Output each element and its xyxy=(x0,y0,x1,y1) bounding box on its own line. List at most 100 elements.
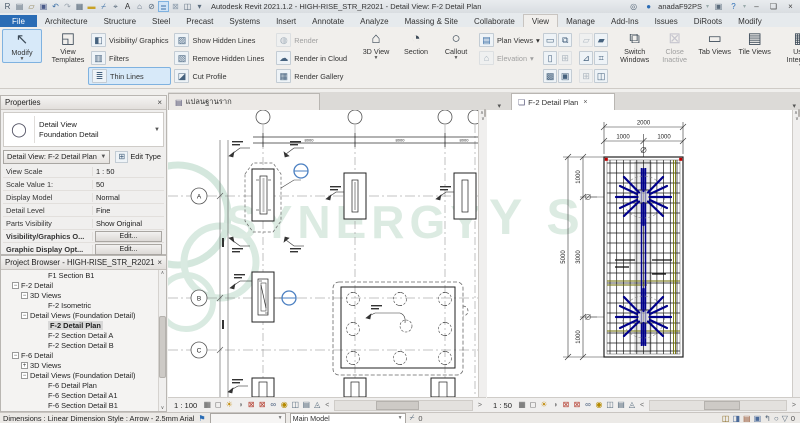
footing-a2[interactable] xyxy=(344,173,366,219)
shadows-icon[interactable]: ◑ xyxy=(235,400,245,410)
footing-b1[interactable] xyxy=(252,272,274,322)
tree-item[interactable]: F-6 Section Detail B1 xyxy=(1,400,166,410)
section-marker-a[interactable] xyxy=(281,164,308,188)
design-option-combo[interactable]: Main Model ▼ xyxy=(290,413,406,423)
tag-icon[interactable]: ⌖ xyxy=(110,1,121,12)
help-dropdown-icon[interactable]: ▾ xyxy=(743,3,746,10)
drag-on-selection-icon[interactable]: ↰ xyxy=(764,414,771,423)
ribbon-tab[interactable]: DiRoots xyxy=(686,15,730,27)
mat-foundation[interactable] xyxy=(333,282,468,375)
tile-views-button[interactable]: ▤ Tile Views xyxy=(735,29,775,56)
chevron-down-icon[interactable]: ▼ xyxy=(154,127,163,133)
temporary-view-properties-icon[interactable]: ▤ xyxy=(301,400,311,410)
view-selector-combo[interactable]: Detail View: F-2 Detail Plan ▼ xyxy=(3,150,110,164)
view-templates-button[interactable]: ◱ View Templates xyxy=(48,29,88,64)
section-icon[interactable]: ⊘ xyxy=(146,1,157,12)
crop-view-icon[interactable]: ⊠ xyxy=(561,400,571,410)
default-3d-view-icon[interactable]: ⌂ xyxy=(134,1,145,12)
crop-view-icon[interactable]: ⊠ xyxy=(246,400,256,410)
property-row[interactable]: Parts Visibility Show Original xyxy=(3,217,164,230)
help-icon[interactable]: ? xyxy=(728,1,739,12)
foundation-plan-drawing[interactable]: SYNERGYS 8000 8000 8000 xyxy=(168,110,478,397)
property-value[interactable]: 50 xyxy=(93,180,164,189)
tree-item[interactable]: F-6 Section Detail A1 xyxy=(1,390,166,400)
scale-button[interactable]: 1 : 100 xyxy=(171,401,200,410)
render-gallery-button[interactable]: ▦ Render Gallery xyxy=(273,67,350,85)
tree-item[interactable]: F1 Section B1 xyxy=(1,270,166,280)
ribbon-tab[interactable]: Issues xyxy=(647,15,686,27)
ribbon-tab[interactable]: View xyxy=(523,14,558,27)
shadows-icon[interactable]: ◑ xyxy=(550,400,560,410)
3d-view-button[interactable]: ⌂ 3D View ▼ xyxy=(356,29,396,61)
ribbon-tab[interactable]: Analyze xyxy=(352,15,396,27)
scroll-down-icon[interactable]: ∨ xyxy=(161,405,165,411)
tree-item[interactable]: F-2 Detail Plan xyxy=(1,320,166,330)
browser-scrollbar[interactable]: ∧ ∨ xyxy=(158,270,166,411)
drawing-pane-right[interactable]: YSO 2000 1000 1000 xyxy=(487,110,792,397)
duplicate-view-icon[interactable]: ⧉ xyxy=(558,33,572,47)
detail-level-icon[interactable]: ▦ xyxy=(202,400,212,410)
edit-type-button[interactable]: ⊞ Edit Type xyxy=(112,151,164,163)
title-block-icon[interactable]: ▰ xyxy=(594,33,608,47)
aligned-dimension-icon[interactable]: ⌿ xyxy=(98,1,109,12)
ribbon-tab[interactable]: Systems xyxy=(221,15,268,27)
view-tab-left[interactable]: ▤ แปลนฐานราก xyxy=(168,93,320,110)
close-hidden-windows-icon[interactable]: ⊠ xyxy=(170,1,181,12)
worksharing-icon[interactable]: ⚑ xyxy=(198,414,205,423)
tree-item[interactable]: F-2 Isometric xyxy=(1,300,166,310)
visual-style-icon[interactable]: ◻ xyxy=(213,400,223,410)
user-avatar-icon[interactable]: ● xyxy=(643,1,654,12)
more-commands-icon[interactable]: ▾ xyxy=(194,1,205,12)
ribbon-tab[interactable]: Manage xyxy=(558,15,603,27)
tree-toggle-icon[interactable]: − xyxy=(21,312,28,319)
section-button[interactable]: ◔ Section xyxy=(396,29,436,56)
show-hidden-lines-button[interactable]: ▨ Show Hidden Lines xyxy=(171,31,267,49)
tree-item[interactable]: F-2 Section Detail B xyxy=(1,340,166,350)
reveal-hidden-elements-icon[interactable]: ◉ xyxy=(594,400,604,410)
file-tab-icon[interactable]: ▤ xyxy=(14,1,25,12)
property-value[interactable]: Show Original xyxy=(93,219,164,228)
select-by-face-icon[interactable]: ○ xyxy=(774,414,779,423)
switch-windows-icon[interactable]: ◫ xyxy=(182,1,193,12)
ribbon-tab[interactable]: Add-Ins xyxy=(603,15,647,27)
reveal-hidden-elements-icon[interactable]: ◉ xyxy=(279,400,289,410)
keynote-icon[interactable]: ▣ xyxy=(558,69,572,83)
tree-toggle-icon[interactable]: − xyxy=(21,372,28,379)
revisions-icon[interactable]: ⊿ xyxy=(579,51,593,65)
workset-combo[interactable]: ▼ xyxy=(210,413,286,423)
worksets-icon[interactable]: ◫ xyxy=(722,414,730,423)
view-tab-right[interactable]: ❏ F-2 Detail Plan × xyxy=(511,93,615,110)
tree-toggle-icon[interactable]: − xyxy=(12,352,19,359)
section-marker-b[interactable] xyxy=(274,291,296,305)
filter-icon[interactable]: ▽ xyxy=(782,414,788,423)
right-pane-vscrollbar[interactable]: ∧ ∨ xyxy=(792,110,800,397)
properties-header[interactable]: Properties × xyxy=(1,96,166,110)
ribbon-tab[interactable]: Insert xyxy=(268,15,304,27)
property-row[interactable]: View Scale 1 : 50 xyxy=(3,165,164,178)
tree-toggle-icon[interactable]: + xyxy=(21,362,28,369)
thin-lines-button[interactable]: ≣ Thin Lines xyxy=(88,67,171,85)
tree-item[interactable]: − Detail Views (Foundation Detail) xyxy=(1,310,166,320)
tree-item[interactable]: F-2 Section Detail A xyxy=(1,330,166,340)
plan-views-button[interactable]: ▤ Plan Views ▾ xyxy=(476,31,543,49)
footings-bottom-row[interactable] xyxy=(252,378,455,397)
measure-icon[interactable]: ▬ xyxy=(86,1,97,12)
guide-grid-icon[interactable]: ⌗ xyxy=(594,51,608,65)
select-links-icon[interactable]: ▤ xyxy=(743,414,751,423)
visual-style-icon[interactable]: ◻ xyxy=(528,400,538,410)
ribbon-tab[interactable]: File xyxy=(0,15,37,27)
scrollbar-thumb[interactable] xyxy=(376,401,419,410)
sun-path-icon[interactable]: ☀ xyxy=(224,400,234,410)
search-icon[interactable]: ◎ xyxy=(628,1,639,12)
ribbon-tab[interactable]: Architecture xyxy=(37,15,96,27)
close-button[interactable]: × xyxy=(784,2,797,11)
tab-views-button[interactable]: ▭ Tab Views xyxy=(695,29,735,56)
property-row[interactable]: Display Model Normal xyxy=(3,191,164,204)
show-crop-region-icon[interactable]: ⊠ xyxy=(257,400,267,410)
editable-only-icon[interactable]: ⌿ xyxy=(410,413,415,423)
footing-a3[interactable] xyxy=(454,173,476,219)
thin-lines-icon[interactable]: ≣ xyxy=(158,1,169,12)
scroll-left-icon[interactable]: < xyxy=(639,402,645,409)
modify-button[interactable]: ↖ Modify ▼ xyxy=(2,29,42,63)
sign-in-dropdown-icon[interactable]: ▾ xyxy=(706,3,709,10)
